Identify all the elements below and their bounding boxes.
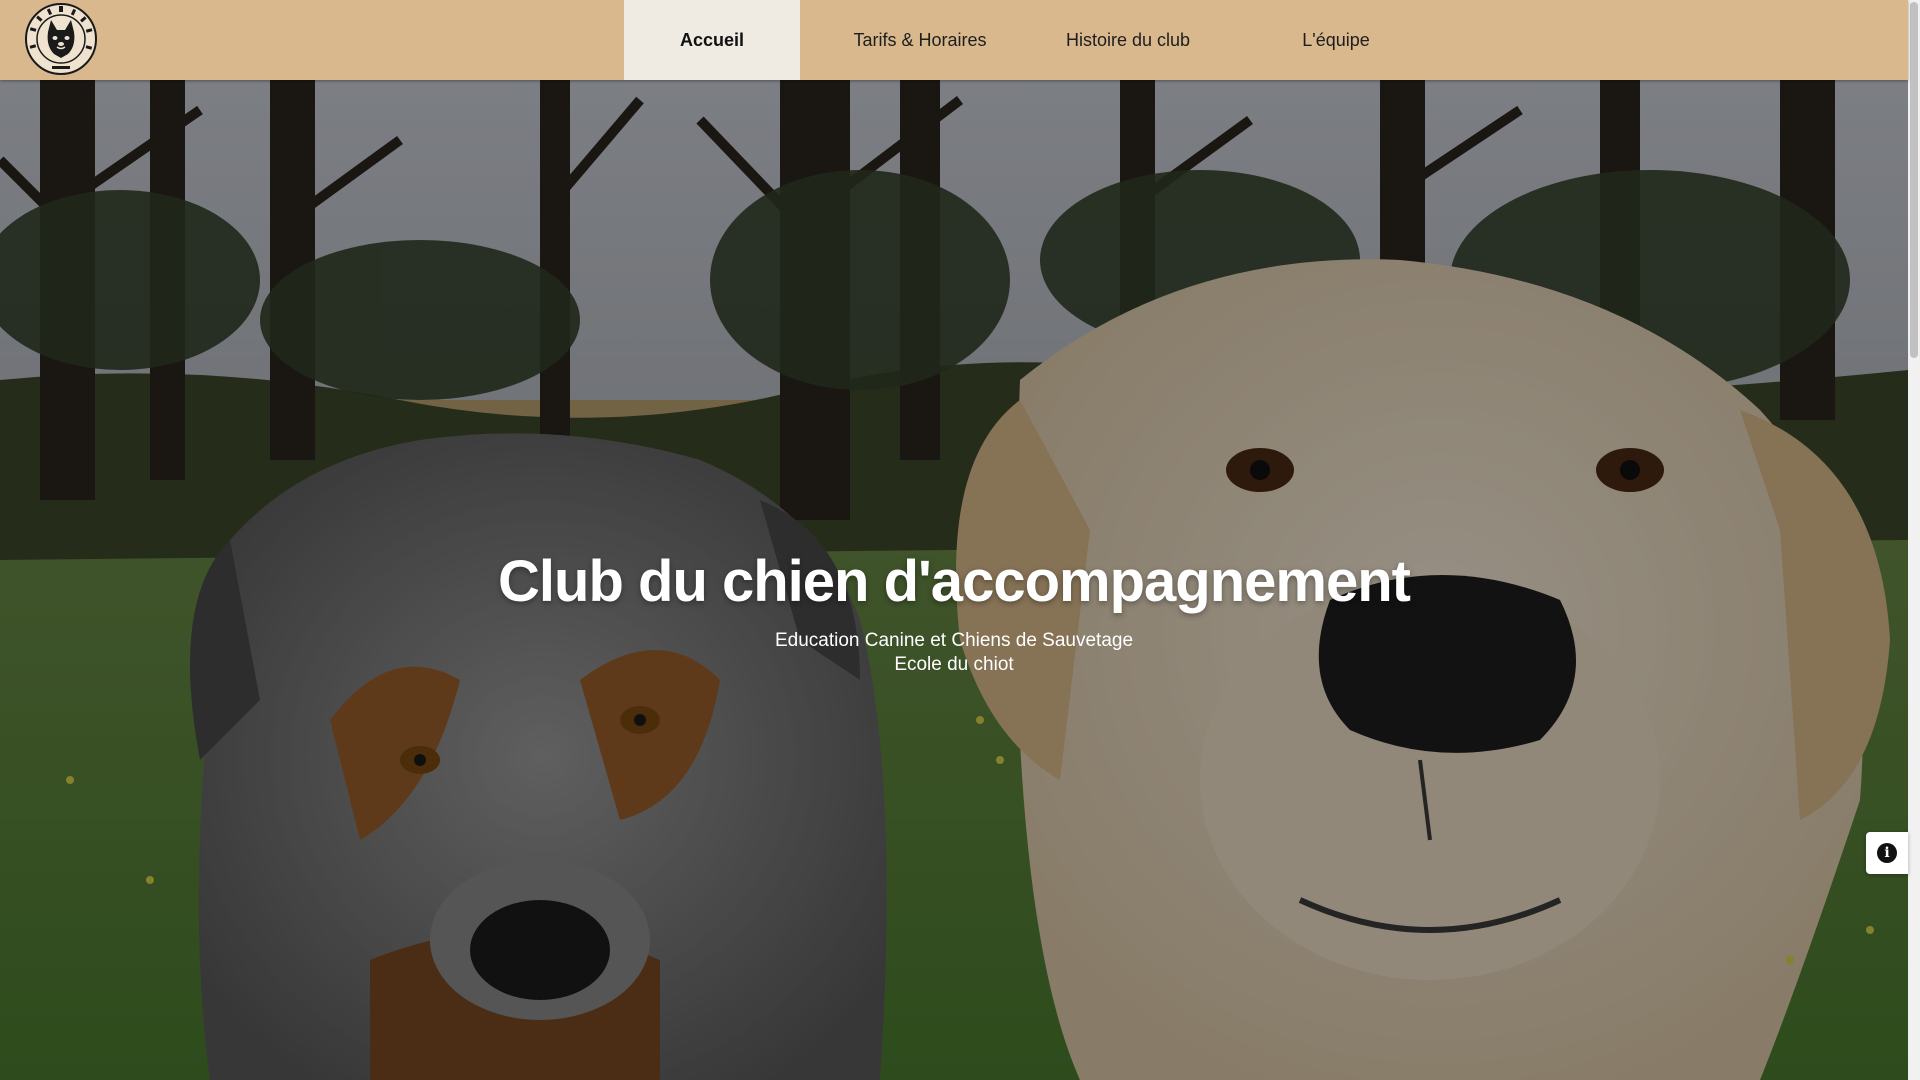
info-icon: i [1877,843,1897,863]
nav-item-label: Tarifs & Horaires [853,30,986,51]
nav-item-label: L'équipe [1302,30,1370,51]
hero-title: Club du chien d'accompagnement [0,548,1908,615]
nav-item-label: Accueil [680,30,744,51]
hero-section: Club du chien d'accompagnement Education… [0,80,1908,1080]
club-logo[interactable] [24,2,98,76]
nav-item-accueil[interactable]: Accueil [624,0,800,80]
info-button[interactable]: i [1866,832,1908,874]
hero-subtitle: Education Canine et Chiens de Sauvetage [0,630,1908,652]
hero-subtitle-secondary: Ecole du chiot [0,654,1908,676]
nav-item-tarifs-horaires[interactable]: Tarifs & Horaires [800,0,1040,80]
top-navbar: Accueil Tarifs & Horaires Histoire du cl… [0,0,1908,80]
scrollbar-thumb[interactable] [1910,2,1918,358]
page-scrollbar[interactable] [1908,0,1920,1080]
nav-item-label: Histoire du club [1066,30,1190,51]
club-logo-emblem [24,2,98,76]
nav-item-equipe[interactable]: L'équipe [1216,0,1456,80]
nav-item-histoire-du-club[interactable]: Histoire du club [1040,0,1216,80]
main-navigation: Accueil Tarifs & Horaires Histoire du cl… [624,0,1456,80]
